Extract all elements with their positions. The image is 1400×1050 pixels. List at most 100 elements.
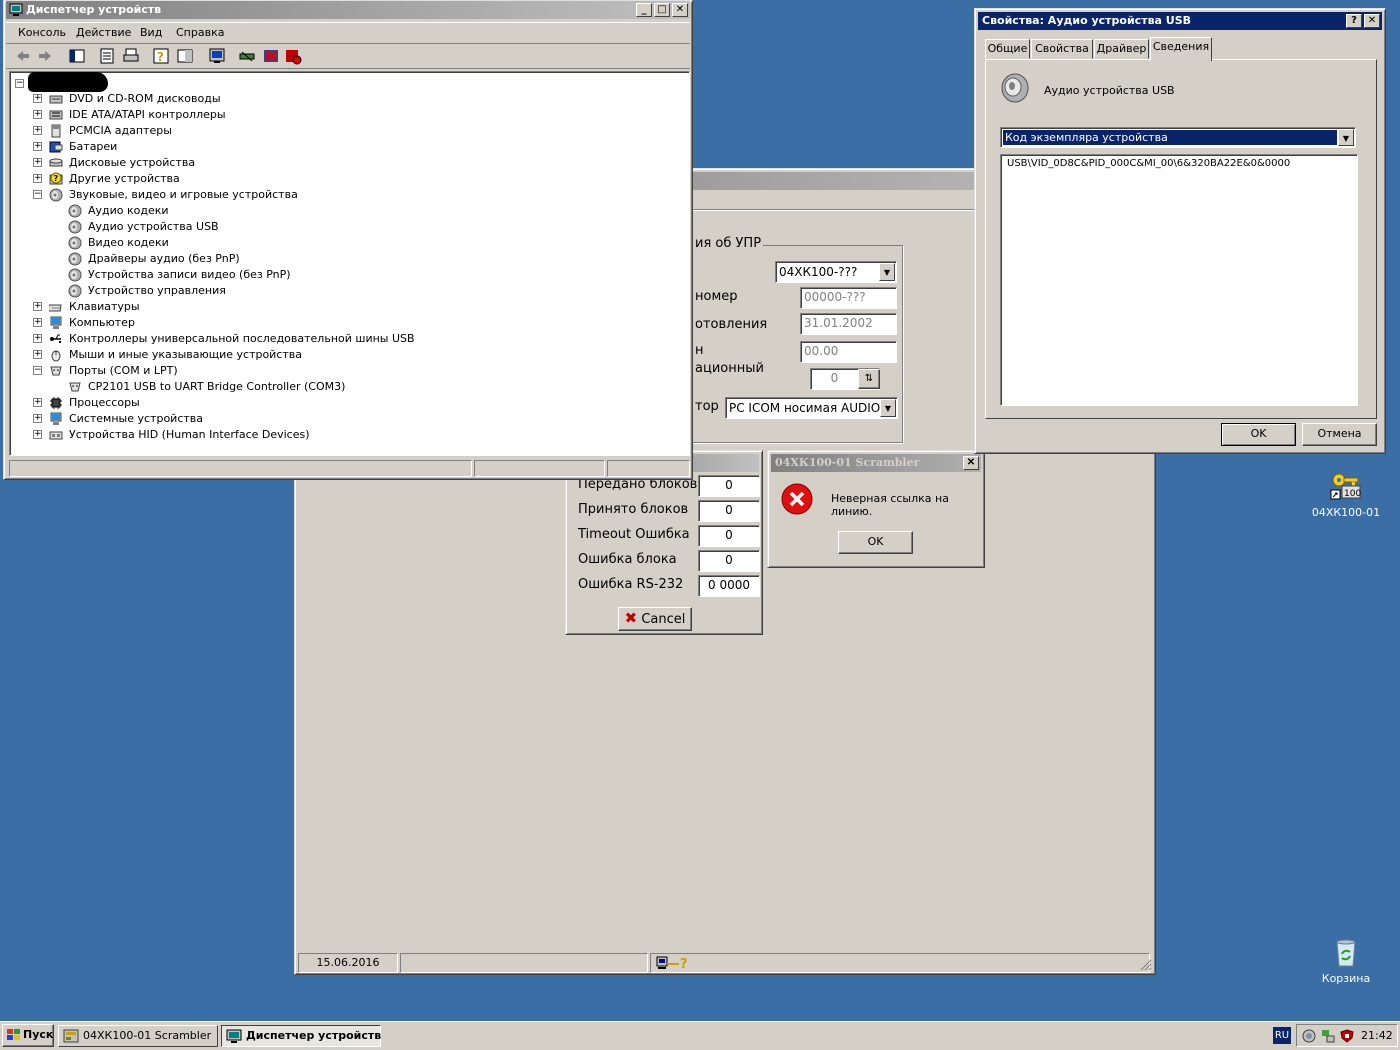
menu-help[interactable]: Справка: [176, 23, 224, 43]
size-grip-icon[interactable]: [1140, 959, 1152, 971]
uninstall-icon[interactable]: [262, 47, 280, 65]
tree-item[interactable]: Видео кодеки: [10, 235, 689, 251]
tree-item[interactable]: +? Другие устройства: [10, 171, 689, 187]
tree-item[interactable]: + Дисковые устройства: [10, 155, 689, 171]
model-select[interactable]: 04ХК100-??? ▼: [775, 261, 897, 283]
taskbar-button-scrambler[interactable]: 04ХК100-01 Scrambler: [58, 1025, 218, 1047]
expand-icon[interactable]: +: [33, 158, 42, 167]
properties-dialog: Свойства: Аудио устройства USB ? ✕ Общие…: [974, 8, 1386, 454]
expand-icon[interactable]: +: [33, 174, 42, 183]
tree-item[interactable]: Драйверы аудио (без PnP): [10, 251, 689, 267]
expand-icon[interactable]: +: [33, 126, 42, 135]
language-indicator[interactable]: RU: [1273, 1027, 1291, 1044]
expand-icon[interactable]: +: [33, 414, 42, 423]
close-icon[interactable]: ✕: [963, 456, 979, 470]
port-icon: [50, 366, 62, 376]
interface-select[interactable]: PC ICOM носимая AUDIO ▼: [725, 397, 898, 419]
disable-device-icon[interactable]: [284, 47, 302, 65]
expand-icon[interactable]: +: [33, 430, 42, 439]
collapse-icon[interactable]: −: [33, 366, 42, 375]
tray-network-icon[interactable]: [1321, 1029, 1335, 1043]
expand-icon[interactable]: +: [33, 398, 42, 407]
interface-select-arrow-icon[interactable]: ▼: [880, 399, 896, 417]
device-manager-title-bar[interactable]: Диспетчер устройств _ □ ✕: [6, 1, 690, 19]
back-arrow-icon[interactable]: [14, 47, 32, 65]
tray-antivirus-icon[interactable]: [1340, 1029, 1354, 1043]
property-select[interactable]: Код экземпляра устройства ▼: [1000, 127, 1356, 148]
show-hide-tree-icon[interactable]: [68, 47, 86, 65]
desktop-recycle-bin[interactable]: Корзина: [1306, 936, 1386, 990]
speaker-icon: [68, 236, 82, 250]
tree-item[interactable]: − Звуковые, видео и игровые устройства: [10, 187, 689, 203]
model-select-arrow-icon[interactable]: ▼: [879, 263, 895, 281]
pcmcia-icon: [51, 124, 61, 138]
tree-item[interactable]: + Компьютер: [10, 315, 689, 331]
property-select-arrow-icon[interactable]: ▼: [1338, 129, 1354, 146]
spinner-arrows-icon[interactable]: ⇅: [858, 369, 880, 389]
start-button[interactable]: Пуск: [2, 1024, 54, 1047]
tree-item[interactable]: − Порты (COM и LPT): [10, 363, 689, 379]
tab-general[interactable]: Общие: [985, 39, 1030, 59]
menu-console[interactable]: Консоль: [18, 23, 66, 43]
maximize-icon[interactable]: □: [654, 3, 670, 17]
tree-item[interactable]: Аудио устройства USB: [10, 219, 689, 235]
desktop-shortcut-scrambler[interactable]: 100 04ХК100-01: [1306, 470, 1386, 520]
expand-icon[interactable]: +: [33, 302, 42, 311]
tree-item[interactable]: + Контроллеры универсальной последователь…: [10, 331, 689, 347]
menu-action[interactable]: Действие: [76, 23, 131, 43]
tree-item[interactable]: + Устройства HID (Human Interface Devices…: [10, 427, 689, 443]
cancel-button[interactable]: Отмена: [1302, 423, 1377, 446]
tree-item[interactable]: + Клавиатуры: [10, 299, 689, 315]
scan-hardware-icon[interactable]: [208, 47, 226, 65]
help-question-icon[interactable]: ?: [1346, 14, 1362, 28]
collapse-icon[interactable]: −: [33, 190, 42, 199]
tree-item[interactable]: CP2101 USB to UART Bridge Controller (CO…: [10, 379, 689, 395]
tree-item[interactable]: + Батареи: [10, 139, 689, 155]
view-icon[interactable]: [176, 47, 194, 65]
properties-icon[interactable]: [98, 47, 116, 65]
serial-field[interactable]: 00000-???: [800, 287, 897, 309]
manufacture-date-field[interactable]: 31.01.2002: [800, 313, 897, 335]
expand-icon[interactable]: +: [33, 334, 42, 343]
ok-button[interactable]: OK: [1221, 423, 1296, 446]
tree-item[interactable]: + IDE ATA/ATAPI контроллеры: [10, 107, 689, 123]
expand-icon[interactable]: +: [33, 94, 42, 103]
tab-driver[interactable]: Драйвер: [1094, 39, 1149, 59]
error-ok-button[interactable]: OK: [838, 531, 913, 554]
property-value-box[interactable]: USB\VID_0D8C&PID_000C&MI_00\6&320BA22E&0…: [1000, 154, 1358, 406]
taskbar-button-device-manager[interactable]: Диспетчер устройств: [221, 1025, 381, 1047]
tab-properties[interactable]: Свойства: [1031, 39, 1093, 59]
expand-icon[interactable]: +: [33, 318, 42, 327]
expand-icon[interactable]: +: [33, 142, 42, 151]
root-collapse-icon[interactable]: −: [15, 79, 24, 88]
close-icon[interactable]: ✕: [1364, 14, 1380, 28]
print-icon[interactable]: [122, 47, 140, 65]
expand-icon[interactable]: +: [33, 110, 42, 119]
tree-item[interactable]: + PCMCIA адаптеры: [10, 123, 689, 139]
minimize-icon[interactable]: _: [636, 3, 652, 17]
properties-title-bar[interactable]: Свойства: Аудио устройства USB ? ✕: [978, 12, 1382, 30]
tree-item[interactable]: Аудио кодеки: [10, 203, 689, 219]
tree-item[interactable]: + Системные устройства: [10, 411, 689, 427]
tree-item[interactable]: Устройства записи видео (без PnP): [10, 267, 689, 283]
expand-icon[interactable]: +: [33, 350, 42, 359]
menu-view[interactable]: Вид: [140, 23, 162, 43]
tree-item[interactable]: + Мыши и иные указывающие устройства: [10, 347, 689, 363]
cancel-transfer-button[interactable]: ✖ Cancel: [618, 607, 692, 631]
tree-item[interactable]: + DVD и CD-ROM дисководы: [10, 91, 689, 107]
version-field[interactable]: 00.00: [800, 341, 897, 363]
close-icon[interactable]: ✕: [672, 3, 688, 17]
tree-item[interactable]: + Процессоры: [10, 395, 689, 411]
tray-shield-icon[interactable]: [1302, 1029, 1316, 1043]
forward-arrow-icon[interactable]: [36, 47, 54, 65]
update-driver-icon[interactable]: [238, 47, 256, 65]
port-icon: [69, 382, 81, 392]
error-dialog-title-bar[interactable]: 04ХК100-01 Scrambler ✕: [771, 454, 981, 472]
property-value-text: USB\VID_0D8C&PID_000C&MI_00\6&320BA22E&0…: [1007, 158, 1291, 169]
help-icon[interactable]: ?: [152, 47, 170, 65]
tab-details[interactable]: Сведения: [1150, 37, 1212, 61]
tree-item-label: Драйверы аудио (без PnP): [88, 252, 240, 265]
tree-item[interactable]: Устройство управления: [10, 283, 689, 299]
svg-text:?: ?: [157, 50, 164, 64]
tree-item-label: Дисковые устройства: [69, 156, 196, 169]
